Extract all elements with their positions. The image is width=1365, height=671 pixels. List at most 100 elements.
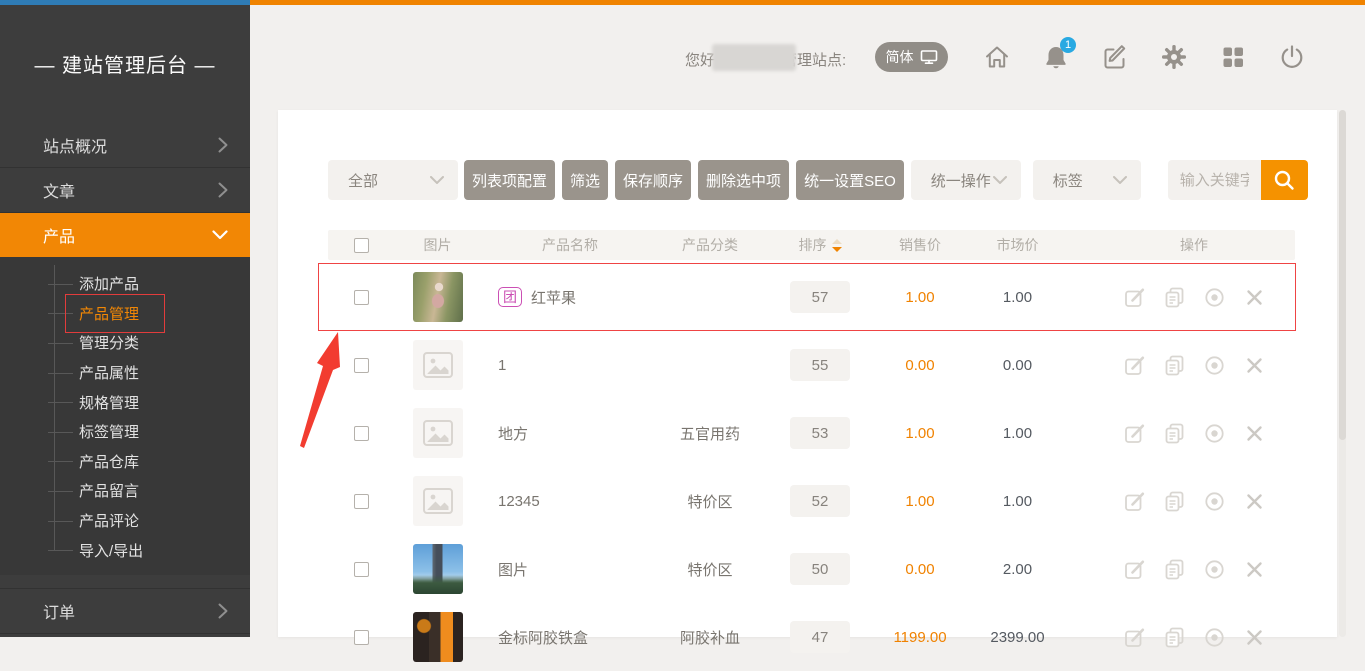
row-checkbox[interactable] <box>354 562 369 577</box>
edit-icon[interactable] <box>1123 422 1146 445</box>
delete-icon[interactable] <box>1243 422 1266 445</box>
sidebar-subitem-label: 规格管理 <box>79 392 139 413</box>
bell-icon[interactable]: 1 <box>1042 43 1070 71</box>
row-checkbox[interactable] <box>354 494 369 509</box>
search-button[interactable] <box>1261 160 1308 200</box>
table-header: 图片 产品名称 产品分类 排序 销售价 市场价 操作 <box>328 230 1295 260</box>
row-checkbox[interactable] <box>354 630 369 645</box>
product-name[interactable]: 地方 <box>498 423 528 444</box>
preview-icon[interactable] <box>1203 558 1226 581</box>
delete-icon[interactable] <box>1243 558 1266 581</box>
sort-value-input[interactable]: 50 <box>790 553 850 585</box>
edit-icon[interactable] <box>1123 286 1146 309</box>
sale-price: 1.00 <box>880 425 960 442</box>
edit-icon[interactable] <box>1123 558 1146 581</box>
product-image[interactable] <box>413 476 463 526</box>
product-image[interactable] <box>413 612 463 662</box>
delete-icon[interactable] <box>1243 286 1266 309</box>
copy-icon[interactable] <box>1163 354 1186 377</box>
preview-icon[interactable] <box>1203 490 1226 513</box>
copy-icon[interactable] <box>1163 626 1186 649</box>
scrollbar-thumb[interactable] <box>1339 110 1346 440</box>
tag-dropdown[interactable]: 标签 <box>1033 160 1141 200</box>
batch-action-label: 统一操作 <box>931 170 991 191</box>
group-buy-badge: 团 <box>498 287 522 307</box>
sidebar-subitem[interactable]: 导入/导出 <box>0 535 250 565</box>
row-checkbox[interactable] <box>354 426 369 441</box>
sidebar-subitem[interactable]: 规格管理 <box>0 387 250 417</box>
copy-icon[interactable] <box>1163 422 1186 445</box>
edit-icon[interactable] <box>1123 354 1146 377</box>
image-placeholder-icon <box>423 488 453 514</box>
sort-value-input[interactable]: 57 <box>790 281 850 313</box>
copy-icon[interactable] <box>1163 558 1186 581</box>
sidebar-subitem[interactable]: 管理分类 <box>0 328 250 358</box>
table-row: 团 红苹果 57 1.00 1.00 <box>328 263 1295 331</box>
header-name: 产品名称 <box>480 235 660 255</box>
product-image[interactable] <box>413 272 463 322</box>
sidebar-subitem[interactable]: 产品仓库 <box>0 447 250 477</box>
preview-icon[interactable] <box>1203 286 1226 309</box>
sort-value-input[interactable]: 52 <box>790 485 850 517</box>
sort-desc-icon[interactable] <box>832 247 842 252</box>
row-checkbox[interactable] <box>354 290 369 305</box>
edit-icon[interactable] <box>1123 490 1146 513</box>
power-icon[interactable] <box>1278 43 1306 71</box>
home-icon[interactable] <box>983 43 1011 71</box>
batch-action-dropdown[interactable]: 统一操作 <box>911 160 1021 200</box>
toolbar-button[interactable]: 删除选中项 <box>698 160 789 200</box>
preview-icon[interactable] <box>1203 354 1226 377</box>
preview-icon[interactable] <box>1203 626 1226 649</box>
product-image[interactable] <box>413 408 463 458</box>
toolbar-button[interactable]: 保存顺序 <box>615 160 691 200</box>
sidebar-nav-item-orders[interactable]: 订单 <box>0 588 250 634</box>
filter-all-dropdown[interactable]: 全部 <box>328 160 458 200</box>
sidebar-nav-item[interactable]: 站点概况 <box>0 122 250 167</box>
sidebar-nav-item[interactable]: 产品 <box>0 212 250 257</box>
sidebar-subitem[interactable]: 标签管理 <box>0 417 250 447</box>
toolbar-button[interactable]: 列表项配置 <box>464 160 555 200</box>
sort-value-input[interactable]: 47 <box>790 621 850 653</box>
sort-value-input[interactable]: 55 <box>790 349 850 381</box>
sidebar-subitem[interactable]: 产品属性 <box>0 358 250 388</box>
search-input[interactable] <box>1168 160 1261 200</box>
row-checkbox[interactable] <box>354 358 369 373</box>
product-image[interactable] <box>413 544 463 594</box>
toolbar-button[interactable]: 筛选 <box>562 160 608 200</box>
language-button[interactable]: 简体 <box>875 42 948 72</box>
toolbar-button[interactable]: 统一设置SEO <box>796 160 904 200</box>
grid-icon[interactable] <box>1219 43 1247 71</box>
product-name[interactable]: 红苹果 <box>531 287 576 308</box>
delete-icon[interactable] <box>1243 490 1266 513</box>
search-bar <box>1168 160 1308 200</box>
sale-price: 1.00 <box>880 493 960 510</box>
sidebar-subitem-label: 导入/导出 <box>79 540 143 561</box>
sort-asc-icon[interactable] <box>832 239 842 244</box>
sidebar-subitem[interactable]: 产品管理 <box>0 299 250 329</box>
sidebar-subitem[interactable]: 产品评论 <box>0 506 250 536</box>
product-name[interactable]: 1 <box>498 357 506 374</box>
edit-icon[interactable] <box>1123 626 1146 649</box>
toolbar: 全部 列表项配置 筛选 保存顺序 删除选中项 统一设置SEO 统一操作 标签 <box>328 160 1308 200</box>
copy-icon[interactable] <box>1163 490 1186 513</box>
delete-icon[interactable] <box>1243 626 1266 649</box>
product-category: 阿胶补血 <box>660 627 760 648</box>
product-image[interactable] <box>413 340 463 390</box>
product-name[interactable]: 图片 <box>498 559 528 580</box>
sort-value-input[interactable]: 53 <box>790 417 850 449</box>
preview-icon[interactable] <box>1203 422 1226 445</box>
sidebar-subitem[interactable]: 产品留言 <box>0 476 250 506</box>
select-all-checkbox[interactable] <box>354 238 369 253</box>
sidebar-nav: 站点概况 文章 产品 <box>0 122 250 257</box>
delete-icon[interactable] <box>1243 354 1266 377</box>
sidebar-nav-item[interactable]: 文章 <box>0 167 250 212</box>
sort-toggle[interactable] <box>832 239 842 252</box>
sale-price: 1199.00 <box>880 629 960 646</box>
copy-icon[interactable] <box>1163 286 1186 309</box>
product-submenu: 添加产品 产品管理 管理分类 产品属性 规格管理 标签管理 产品仓库 <box>0 257 250 575</box>
gear-icon[interactable] <box>1160 43 1188 71</box>
page-scrollbar[interactable] <box>1339 110 1346 637</box>
compose-icon[interactable] <box>1101 43 1129 71</box>
product-name[interactable]: 金标阿胶铁盒 <box>498 627 588 648</box>
product-name[interactable]: 12345 <box>498 493 540 510</box>
